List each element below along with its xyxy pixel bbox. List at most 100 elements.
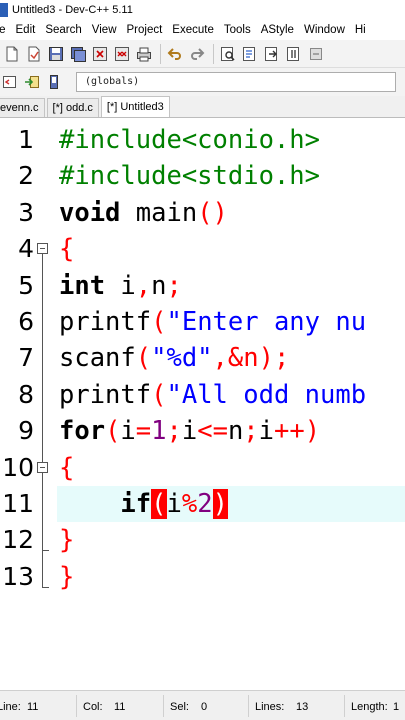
fold-guide [37,558,49,595]
secondary-toolbar: (globals) [0,68,405,96]
line-number: 11 [2,489,34,518]
menu-view[interactable]: View [87,20,122,40]
line-number: 1 [18,125,34,154]
close-all-icon[interactable] [112,44,132,64]
status-sel-value: 0 [201,701,208,713]
fold-guide [37,413,49,451]
code-text: if(i%2) [120,489,228,519]
code-line-7: 7 scanf("%d",&n); [0,340,405,378]
code-text: #include<conio.h> [59,125,320,155]
scope-dropdown[interactable]: (globals) [76,72,396,92]
insert-icon[interactable] [22,72,42,92]
close-icon[interactable] [90,44,110,64]
code-text: void main() [59,197,228,228]
redo-icon[interactable] [187,44,207,64]
toolbar-separator [160,43,161,64]
code-line-5: 5 int i,n; [0,267,405,305]
code-line-10: 10 { [0,449,405,487]
new-class-icon[interactable] [0,72,20,92]
status-col-value: 11 [114,701,126,713]
fold-guide [37,267,49,305]
menu-edit[interactable]: Edit [11,20,41,40]
fold-toggle[interactable] [37,231,49,269]
fold-guide [37,304,49,341]
line-number: 7 [18,343,34,373]
save-all-icon[interactable] [68,44,88,64]
menu-window[interactable]: Window [299,20,350,40]
app-icon [0,3,8,17]
open-file-icon[interactable] [24,44,44,64]
find-icon[interactable] [218,44,238,64]
code-line-6: 6 printf("Enter any nu [0,304,405,341]
line-number: 12 [2,525,34,555]
menu-execute[interactable]: Execute [167,20,219,40]
code-text: #include<stdio.h> [59,161,320,192]
code-line-2: 2 #include<stdio.h> [0,158,405,194]
goto-icon[interactable] [284,44,304,64]
new-file-icon[interactable] [2,44,22,64]
status-line-label: Line: [0,701,21,713]
fold-guide [37,340,49,378]
code-text: { [59,234,75,265]
code-text: } [59,525,75,556]
code-editor[interactable]: 1 #include<conio.h> 2 #include<stdio.h> … [0,118,405,690]
status-lines-label: Lines: [255,701,285,713]
title-bar: Untitled3 - Dev-C++ 5.11 [0,0,405,20]
menu-bar: ile Edit Search View Project Execute Too… [0,20,405,40]
menu-project[interactable]: Project [122,20,168,40]
menu-astyle[interactable]: AStyle [256,20,299,40]
status-lines-value: 13 [296,701,309,713]
menu-file[interactable]: ile [0,20,11,40]
tab-evenn[interactable]: evenn.c [0,98,45,117]
line-number: 8 [18,379,34,409]
line-number: 5 [18,270,34,300]
print-icon[interactable] [134,44,154,64]
code-text: } [59,561,75,592]
toolbar-separator [213,43,214,64]
line-number: 3 [18,197,34,227]
find-next-icon[interactable] [262,44,282,64]
status-col-label: Col: [83,701,103,713]
code-line-12: 12 } [0,522,405,560]
menu-help[interactable]: Hi [350,20,371,40]
tab-odd[interactable]: [*] odd.c [46,98,99,117]
code-line-11: 11 if(i%2) [0,486,405,523]
code-line-13: 13 } [0,558,405,595]
code-line-1: 1 #include<conio.h> [0,122,405,158]
fold-guide [37,486,49,523]
code-line-9: 9 for(i=1;i<=n;i++) [0,413,405,451]
status-length-label: Length: [351,701,388,713]
code-text: printf("Enter any nu [59,307,367,337]
code-text: int i,n; [59,270,182,301]
line-number: 9 [18,416,34,446]
line-number: 4 [18,234,34,264]
code-line-4: 4 { [0,231,405,269]
window-title: Untitled3 - Dev-C++ 5.11 [12,4,133,16]
main-toolbar [0,40,405,68]
fold-guide [37,522,49,560]
code-line-3: 3 void main() [0,195,405,231]
code-text: for(i=1;i<=n;i++) [59,416,321,447]
status-sel-label: Sel: [170,701,189,713]
tab-untitled3[interactable]: [*] Untitled3 [100,96,170,117]
editor-tabs: evenn.c [*] odd.c [*] Untitled3 [0,96,405,118]
fold-toggle[interactable] [37,449,49,487]
undo-icon[interactable] [165,44,185,64]
line-number: 13 [2,561,34,591]
line-number: 2 [18,161,34,191]
code-text: scanf("%d",&n); [59,343,290,374]
line-number: 10 [2,452,34,482]
menu-tools[interactable]: Tools [219,20,256,40]
code-text: { [59,452,75,483]
status-length-value: 1 [393,701,400,713]
save-icon[interactable] [46,44,66,64]
collapse-icon[interactable] [306,44,326,64]
replace-icon[interactable] [240,44,260,64]
toggle-icon[interactable] [44,72,64,92]
status-bar: Line: 11 Col: 11 Sel: 0 Lines: 13 Length… [0,690,405,720]
code-line-8: 8 printf("All odd numb [0,376,405,414]
code-text: printf("All odd numb [59,379,367,410]
line-number: 6 [18,307,34,336]
fold-guide [37,376,49,414]
menu-search[interactable]: Search [40,20,86,40]
